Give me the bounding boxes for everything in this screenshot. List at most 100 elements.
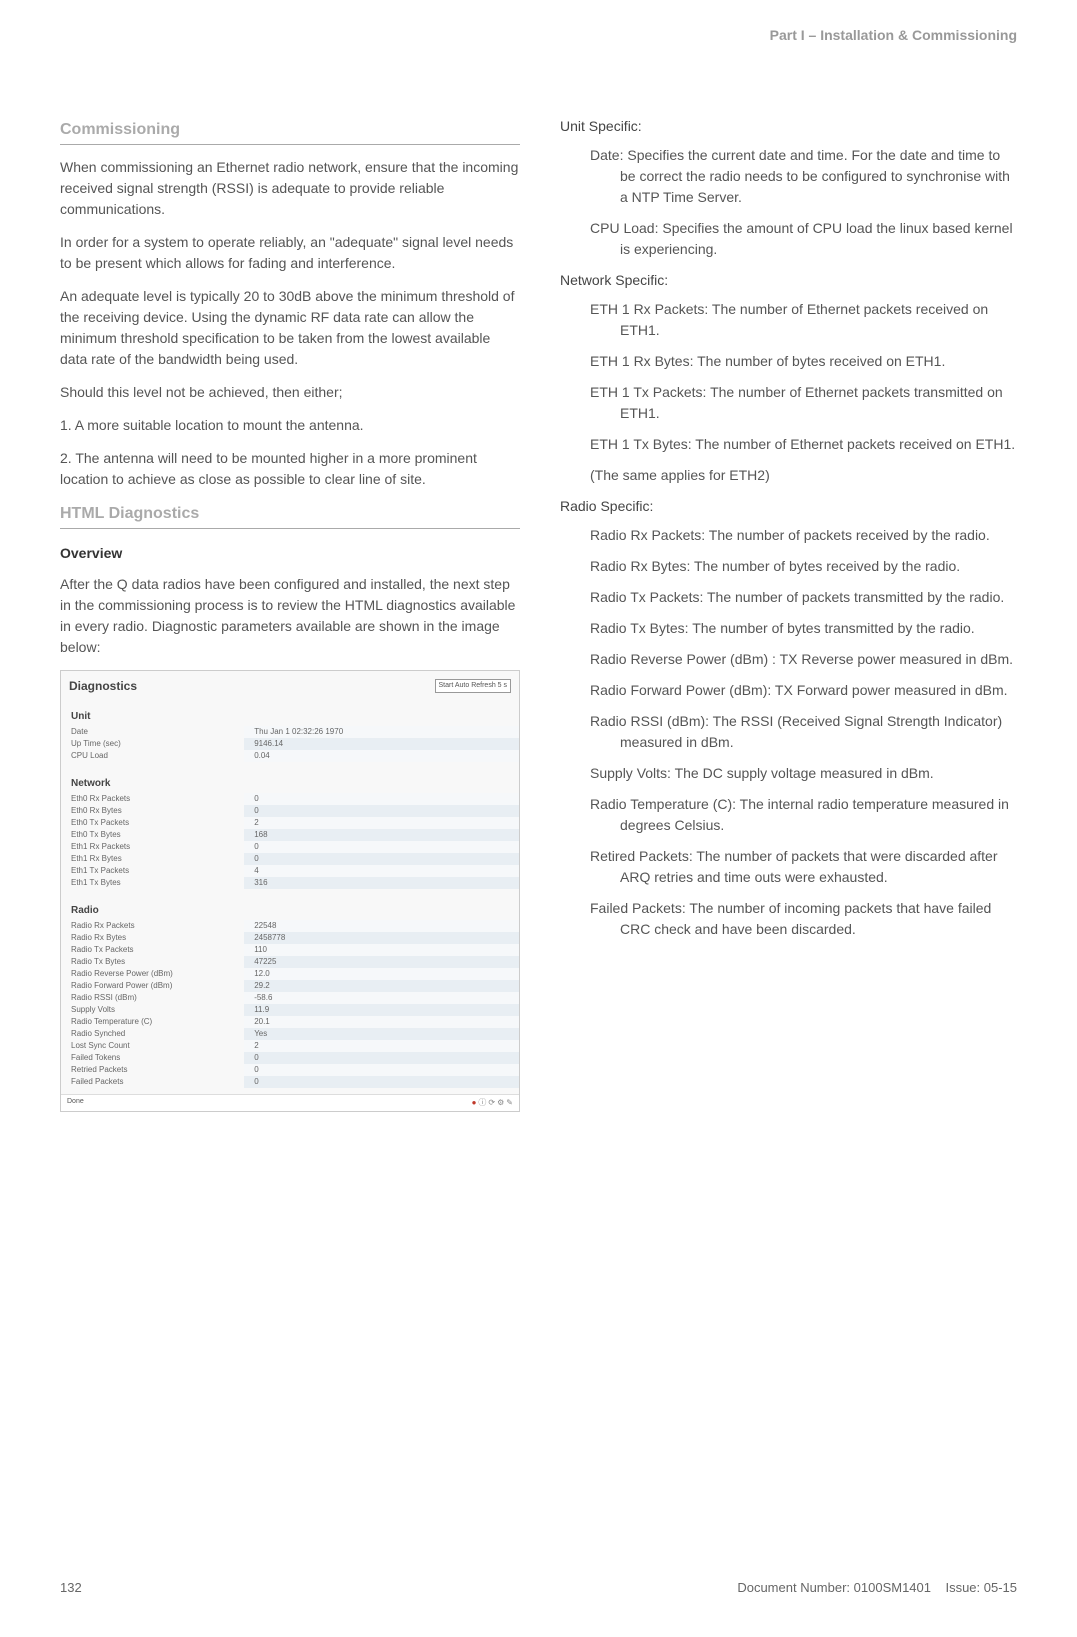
table-row: Eth1 Rx Packets0 xyxy=(61,841,519,853)
table-cell-value: 0.04 xyxy=(244,750,519,762)
table-cell-value: 0 xyxy=(244,1076,519,1088)
date-definition: Date: Specifies the current date and tim… xyxy=(560,145,1017,208)
overview-text: After the Q data radios have been config… xyxy=(60,574,520,658)
eth1-rx-packets-def: ETH 1 Rx Packets: The number of Ethernet… xyxy=(560,299,1017,341)
diag-radio-title: Radio xyxy=(61,895,519,920)
table-cell-label: Radio Tx Packets xyxy=(61,944,244,956)
table-cell-label: Lost Sync Count xyxy=(61,1040,244,1052)
eth1-rx-bytes-def: ETH 1 Rx Bytes: The number of bytes rece… xyxy=(560,351,1017,372)
table-row: Failed Packets0 xyxy=(61,1076,519,1088)
sync-icon: ⟳ xyxy=(488,1097,495,1109)
table-cell-label: Eth0 Tx Packets xyxy=(61,817,244,829)
table-row: Radio Temperature (C)20.1 xyxy=(61,1016,519,1028)
table-row: Radio Reverse Power (dBm)12.0 xyxy=(61,968,519,980)
table-cell-value: 4 xyxy=(244,865,519,877)
table-cell-value: 0 xyxy=(244,805,519,817)
diag-network-title: Network xyxy=(61,768,519,793)
table-cell-label: Radio Rx Bytes xyxy=(61,932,244,944)
table-cell-value: Thu Jan 1 02:32:26 1970 xyxy=(244,726,519,738)
table-row: Radio Tx Packets110 xyxy=(61,944,519,956)
radio-temp-def: Radio Temperature (C): The internal radi… xyxy=(560,794,1017,836)
table-row: Failed Tokens0 xyxy=(61,1052,519,1064)
diag-radio-table: Radio Rx Packets22548Radio Rx Bytes24587… xyxy=(61,920,519,1088)
table-cell-label: Eth0 Tx Bytes xyxy=(61,829,244,841)
unit-specific-head: Unit Specific: xyxy=(560,116,1017,137)
eth1-tx-packets-def: ETH 1 Tx Packets: The number of Ethernet… xyxy=(560,382,1017,424)
table-row: Eth0 Rx Packets0 xyxy=(61,793,519,805)
commissioning-p1: When commissioning an Ethernet radio net… xyxy=(60,157,520,220)
table-cell-value: 12.0 xyxy=(244,968,519,980)
content-columns: Commissioning When commissioning an Ethe… xyxy=(60,116,1017,1112)
table-cell-label: Eth1 Tx Packets xyxy=(61,865,244,877)
table-cell-value: 0 xyxy=(244,841,519,853)
table-row: Retried Packets0 xyxy=(61,1064,519,1076)
table-cell-label: Eth0 Rx Bytes xyxy=(61,805,244,817)
info-icon: ⓘ xyxy=(478,1097,486,1109)
table-cell-label: CPU Load xyxy=(61,750,244,762)
diag-network-table: Eth0 Rx Packets0Eth0 Rx Bytes0Eth0 Tx Pa… xyxy=(61,793,519,889)
table-cell-value: 2 xyxy=(244,1040,519,1052)
table-row: Radio Rx Bytes2458778 xyxy=(61,932,519,944)
diag-footer-done: Done xyxy=(67,1097,84,1109)
table-cell-label: Eth1 Rx Packets xyxy=(61,841,244,853)
eth1-tx-bytes-def: ETH 1 Tx Bytes: The number of Ethernet p… xyxy=(560,434,1017,455)
table-cell-value: 110 xyxy=(244,944,519,956)
table-row: Radio RSSI (dBm)-58.6 xyxy=(61,992,519,1004)
table-cell-value: Yes xyxy=(244,1028,519,1040)
left-column: Commissioning When commissioning an Ethe… xyxy=(60,116,520,1112)
page-footer: 132 Document Number: 0100SM1401 Issue: 0… xyxy=(60,1578,1017,1598)
table-row: Radio Forward Power (dBm)29.2 xyxy=(61,980,519,992)
table-cell-value: 29.2 xyxy=(244,980,519,992)
table-cell-label: Radio Rx Packets xyxy=(61,920,244,932)
table-cell-label: Retried Packets xyxy=(61,1064,244,1076)
table-cell-label: Radio Forward Power (dBm) xyxy=(61,980,244,992)
table-cell-label: Eth1 Rx Bytes xyxy=(61,853,244,865)
table-row: Eth1 Tx Bytes316 xyxy=(61,877,519,889)
table-cell-label: Radio Reverse Power (dBm) xyxy=(61,968,244,980)
table-row: Up Time (sec)9146.14 xyxy=(61,738,519,750)
table-cell-label: Radio Tx Bytes xyxy=(61,956,244,968)
table-cell-value: 20.1 xyxy=(244,1016,519,1028)
table-cell-value: 0 xyxy=(244,1052,519,1064)
eth2-note: (The same applies for ETH2) xyxy=(560,465,1017,486)
right-column: Unit Specific: Date: Specifies the curre… xyxy=(560,116,1017,1112)
commissioning-title: Commissioning xyxy=(60,118,520,145)
table-cell-value: 9146.14 xyxy=(244,738,519,750)
diag-unit-table: DateThu Jan 1 02:32:26 1970Up Time (sec)… xyxy=(61,726,519,762)
table-cell-label: Radio Synched xyxy=(61,1028,244,1040)
diag-refresh-button[interactable]: Start Auto Refresh 5 s xyxy=(435,679,511,694)
html-diagnostics-title: HTML Diagnostics xyxy=(60,502,520,529)
table-cell-value: 47225 xyxy=(244,956,519,968)
table-cell-value: -58.6 xyxy=(244,992,519,1004)
table-cell-value: 2 xyxy=(244,817,519,829)
tool-icon: ✎ xyxy=(506,1097,513,1109)
table-cell-value: 316 xyxy=(244,877,519,889)
table-cell-label: Date xyxy=(61,726,244,738)
page-number: 132 xyxy=(60,1578,82,1598)
diagnostics-screenshot: Diagnostics Start Auto Refresh 5 s Unit … xyxy=(60,670,520,1112)
table-row: Supply Volts11.9 xyxy=(61,1004,519,1016)
failed-packets-def: Failed Packets: The number of incoming p… xyxy=(560,898,1017,940)
diag-title: Diagnostics xyxy=(69,677,137,695)
radio-tx-bytes-def: Radio Tx Bytes: The number of bytes tran… xyxy=(560,618,1017,639)
table-cell-value: 11.9 xyxy=(244,1004,519,1016)
network-specific-head: Network Specific: xyxy=(560,270,1017,291)
table-row: Eth1 Tx Packets4 xyxy=(61,865,519,877)
overview-title: Overview xyxy=(60,543,520,564)
table-row: Eth1 Rx Bytes0 xyxy=(61,853,519,865)
radio-rssi-def: Radio RSSI (dBm): The RSSI (Received Sig… xyxy=(560,711,1017,753)
supply-volts-def: Supply Volts: The DC supply voltage meas… xyxy=(560,763,1017,784)
commissioning-point2: 2. The antenna will need to be mounted h… xyxy=(60,448,520,490)
diag-unit-title: Unit xyxy=(61,701,519,726)
table-cell-label: Up Time (sec) xyxy=(61,738,244,750)
radio-rx-packets-def: Radio Rx Packets: The number of packets … xyxy=(560,525,1017,546)
radio-specific-head: Radio Specific: xyxy=(560,496,1017,517)
document-number: Document Number: 0100SM1401 xyxy=(737,1580,931,1595)
page-header-right: Part I – Installation & Commissioning xyxy=(60,25,1017,46)
table-row: CPU Load0.04 xyxy=(61,750,519,762)
table-cell-label: Eth1 Tx Bytes xyxy=(61,877,244,889)
table-row: Eth0 Tx Packets2 xyxy=(61,817,519,829)
commissioning-p3: An adequate level is typically 20 to 30d… xyxy=(60,286,520,370)
table-cell-value: 22548 xyxy=(244,920,519,932)
table-row: Radio SynchedYes xyxy=(61,1028,519,1040)
